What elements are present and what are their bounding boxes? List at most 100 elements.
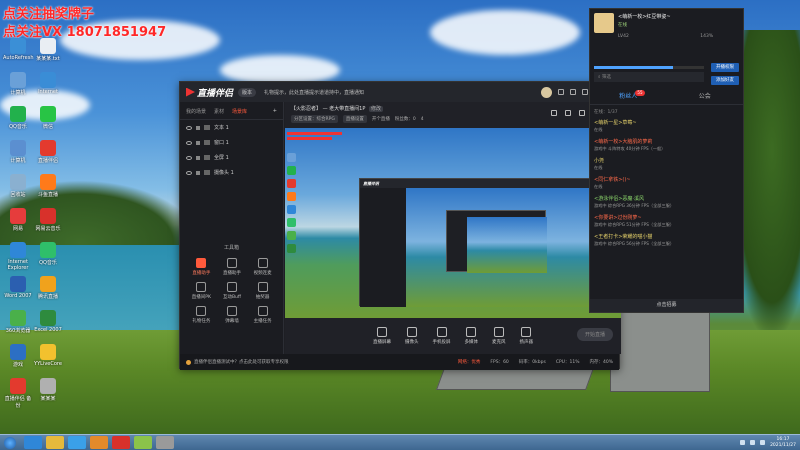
menu-icon[interactable] xyxy=(570,89,577,95)
source-button[interactable]: 扬声器 xyxy=(520,327,533,345)
nested-preview: 直播伴侣 xyxy=(359,173,621,307)
fan-item[interactable]: <萌新一星>草莓~ 在线 xyxy=(594,119,741,133)
level-percent: 143% xyxy=(700,34,714,39)
taskbar-app-2[interactable] xyxy=(112,436,130,449)
profile-avatar[interactable] xyxy=(594,13,614,33)
eye-icon[interactable] xyxy=(186,170,192,175)
tab-my-scenes[interactable]: 我的场景 xyxy=(186,108,206,115)
level-text: LV42 143% xyxy=(618,34,713,39)
taskbar-qq[interactable] xyxy=(68,436,86,449)
taskbar-app-1[interactable] xyxy=(90,436,108,449)
input-method-icon[interactable] xyxy=(760,440,766,445)
lock-icon[interactable] xyxy=(196,125,200,130)
screenshot-icon[interactable] xyxy=(551,110,557,116)
tool-item[interactable]: 直播助手 xyxy=(186,258,217,276)
user-avatar[interactable] xyxy=(541,86,553,98)
desktop-icon[interactable]: 直播伴侣 xyxy=(33,140,63,164)
recruit-button[interactable]: 点击招募 xyxy=(590,299,743,312)
lock-icon[interactable] xyxy=(196,140,200,145)
taskbar-app-3[interactable] xyxy=(134,436,152,449)
taskbar-ie[interactable] xyxy=(24,436,42,449)
source-button[interactable]: 直播屏幕 xyxy=(373,327,391,345)
minimize-icon[interactable] xyxy=(582,89,589,95)
fan-item[interactable]: <萌新一枚>大脑肌的萝莉 游戏中 斗阵特攻 40分钟 FPS（一般） xyxy=(594,138,741,152)
scene-item[interactable]: 窗口 1 xyxy=(180,135,283,150)
status-text[interactable]: 直播伴侣直播测试中？点击此处可获取专享权限 xyxy=(194,359,289,365)
go-live-button[interactable]: 开始直播 xyxy=(576,328,613,341)
desktop-icon[interactable]: AutoRefresh xyxy=(3,38,34,61)
category-chip[interactable]: 分区设置：综合RPG xyxy=(291,115,338,123)
tool-item[interactable]: 视频连麦 xyxy=(247,258,278,276)
desktop-icon[interactable]: 腾讯直播 xyxy=(33,276,63,300)
source-button[interactable]: 手机投屏 xyxy=(433,327,451,345)
desktop-icon[interactable]: 某某某.txt xyxy=(33,38,63,62)
source-button[interactable]: 麦克风 xyxy=(492,327,506,345)
start-button[interactable] xyxy=(4,436,16,449)
eye-icon[interactable] xyxy=(186,155,192,160)
live-permission-button[interactable]: 开播权限 xyxy=(711,63,739,72)
desktop-icon[interactable]: 回收站 xyxy=(3,174,33,198)
desktop-icon[interactable]: 直播伴侣 备份 xyxy=(3,378,33,409)
live-settings-chip[interactable]: 直播设置 xyxy=(342,115,367,123)
desktop-icon[interactable]: Word 2007 xyxy=(3,276,33,299)
desktop-icon[interactable]: 某某某 xyxy=(33,378,63,402)
add-friend-button[interactable]: 添加好友 xyxy=(711,76,739,85)
fans-panel: <萌新一枚>红豆带姿~ 在线 LV42 143% 开播权限 添加好友 ⌕ 筛选 … xyxy=(589,8,744,313)
edit-room-button[interactable]: 修改 xyxy=(368,106,383,112)
tab-materials[interactable]: 素材 xyxy=(214,108,224,115)
desktop-icon[interactable]: QQ音乐 xyxy=(33,242,63,266)
desktop-icon[interactable]: YYLiveCore xyxy=(33,344,63,367)
desktop-icon[interactable]: 360浏览器 xyxy=(3,310,33,334)
desktop-icon[interactable]: 计算机 xyxy=(3,140,33,164)
tab-guild[interactable]: 公会 xyxy=(667,89,744,104)
settings-icon[interactable] xyxy=(558,89,565,95)
lock-icon[interactable] xyxy=(196,155,200,160)
taskbar-chrome[interactable] xyxy=(46,436,64,449)
fan-item[interactable]: <你要讲>过份刚萝~ 游戏中 综合RPG 51分钟 FPS（全部三服） xyxy=(594,214,741,228)
source-button[interactable]: 摄像头 xyxy=(405,327,419,345)
tool-item[interactable]: 直播助手 xyxy=(217,258,248,276)
filter-input[interactable]: ⌕ 筛选 xyxy=(594,72,704,82)
left-panel: 我的场景 素材 场景库 + 文本 1 窗口 1 全屏 1 摄像头 1 工具箱 直播助手… xyxy=(180,102,284,354)
desktop-icon[interactable]: Excel 2007 xyxy=(33,310,63,333)
fan-item[interactable]: <同仁拿铁>()~ 在线 xyxy=(594,176,741,190)
source-button[interactable]: 多媒体 xyxy=(465,327,478,345)
tool-item[interactable]: 直播间PK xyxy=(186,282,217,300)
add-scene-icon[interactable]: + xyxy=(273,108,277,115)
tool-item[interactable]: 抽奖器 xyxy=(247,282,278,300)
lock-icon[interactable] xyxy=(196,170,200,175)
eye-icon[interactable] xyxy=(186,140,192,145)
desktop-icon[interactable]: 网易 xyxy=(3,208,33,232)
desktop-icon[interactable]: 斗鱼直播 xyxy=(33,174,63,198)
scene-item[interactable]: 文本 1 xyxy=(180,120,283,135)
tool-item[interactable]: 主播任务 xyxy=(247,306,278,324)
scene-item[interactable]: 全屏 1 xyxy=(180,150,283,165)
version-pill[interactable]: 版本 xyxy=(238,87,257,97)
desktop-icon[interactable]: 计算机 xyxy=(3,72,33,96)
desktop-icon[interactable]: 游戏 xyxy=(3,344,33,368)
tool-item[interactable]: 弹幕墙 xyxy=(217,306,248,324)
desktop-icon[interactable]: Internet xyxy=(33,72,63,95)
desktop-icon[interactable]: QQ音乐 xyxy=(3,106,33,130)
desktop-icon[interactable]: 网易云音乐 xyxy=(33,208,63,232)
fan-item[interactable]: 小尧 在线 xyxy=(594,157,741,171)
tool-item[interactable]: 礼物任务 xyxy=(186,306,217,324)
fan-item[interactable]: <游泳伴侣>恶魔·溪风 游戏中 综合RPG 36分钟 FPS（全部三服） xyxy=(594,195,741,209)
stream-preview[interactable]: 直播伴侣 xyxy=(285,128,621,318)
record-icon[interactable] xyxy=(579,110,585,116)
taskbar-app-4[interactable] xyxy=(156,436,174,449)
left-tabs: 我的场景 素材 场景库 + xyxy=(180,102,283,120)
lock-icon[interactable] xyxy=(565,110,571,116)
fan-item[interactable]: <王者打卡>荣耀的喵小猫 游戏中 综合RPG 56分钟 FPS（全部三服） xyxy=(594,233,741,247)
tab-fans[interactable]: 粉丝人 55 xyxy=(590,89,667,104)
eye-icon[interactable] xyxy=(186,125,192,130)
scene-item[interactable]: 摄像头 1 xyxy=(180,165,283,180)
tool-item[interactable]: 互动Buff xyxy=(217,282,248,300)
volume-icon[interactable] xyxy=(750,440,756,445)
desktop-icon[interactable]: Internet Explorer xyxy=(3,242,33,271)
fan-detail: 游戏中 综合RPG 36分钟 FPS（全部三服） xyxy=(594,203,675,208)
network-icon[interactable] xyxy=(740,440,746,445)
desktop-icon[interactable]: 微信 xyxy=(33,106,63,130)
clock[interactable]: 16:17 2021/11/27 xyxy=(770,437,796,449)
tab-scene-library[interactable]: 场景库 xyxy=(232,108,247,115)
